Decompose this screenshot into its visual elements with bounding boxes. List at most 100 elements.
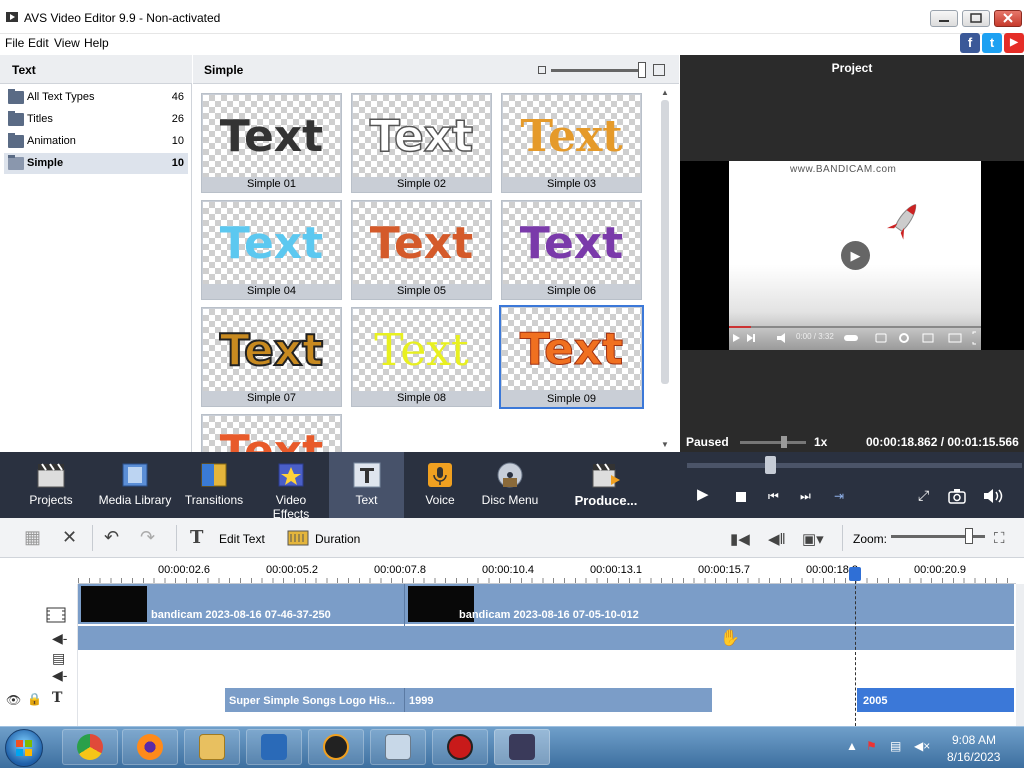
- text-tile-simple-07[interactable]: Text Simple 07: [201, 307, 342, 407]
- minimize-button[interactable]: [930, 10, 958, 27]
- effects-track-icon: ▤: [52, 650, 66, 666]
- speed-slider-handle[interactable]: [781, 436, 787, 448]
- seek-handle[interactable]: [765, 456, 776, 474]
- app-t-icon: [323, 734, 349, 760]
- text-tile-simple-08[interactable]: Text Simple 08: [351, 307, 492, 407]
- split-marker-icon[interactable]: ⇥: [834, 489, 844, 503]
- twitter-icon[interactable]: t: [982, 33, 1002, 53]
- audio-track-icon[interactable]: ◀‑: [52, 630, 67, 647]
- text-tile-simple-05[interactable]: Text Simple 05: [351, 200, 492, 300]
- duration-icon[interactable]: [287, 529, 309, 550]
- text-tile-simple-06[interactable]: Text Simple 06: [501, 200, 642, 300]
- fullscreen-icon[interactable]: ⤢: [918, 487, 929, 504]
- maximize-button[interactable]: [962, 10, 990, 27]
- stop-icon[interactable]: [736, 492, 746, 502]
- timeline-scrollbar[interactable]: [1016, 584, 1024, 726]
- undo-icon[interactable]: ↶: [104, 527, 119, 548]
- redo-icon[interactable]: ↷: [140, 527, 155, 548]
- taskbar-chrome[interactable]: [62, 729, 118, 765]
- scroll-down-icon[interactable]: ▼: [661, 440, 669, 449]
- audio-track[interactable]: [78, 626, 1014, 650]
- video-effects-button[interactable]: Video Effects: [256, 452, 326, 521]
- storyboard-icon[interactable]: ▦: [24, 527, 41, 548]
- previous-frame-icon[interactable]: ⏮: [768, 489, 779, 504]
- transitions-button[interactable]: Transitions: [182, 452, 246, 518]
- taskbar-video-editor[interactable]: [494, 729, 550, 765]
- clip-label[interactable]: bandicam 2023-08-16 07-05-10-012: [459, 609, 639, 621]
- taskbar-recorder[interactable]: [432, 729, 488, 765]
- text-clip-label[interactable]: 2005: [863, 695, 887, 707]
- menu-view[interactable]: View: [54, 36, 80, 50]
- text-tile-simple-01[interactable]: Text Simple 01: [201, 93, 342, 193]
- tile-preview: Text: [353, 95, 490, 177]
- play-icon[interactable]: ▶: [697, 485, 709, 503]
- eye-icon[interactable]: 👁: [6, 693, 21, 707]
- menu-help[interactable]: Help: [84, 36, 109, 50]
- text-tile-simple-09[interactable]: Text Simple 09: [499, 305, 644, 409]
- close-button[interactable]: [994, 10, 1022, 27]
- youtube-icon[interactable]: ▶: [1004, 33, 1024, 53]
- category-animation[interactable]: Animation 10: [4, 131, 188, 152]
- category-titles[interactable]: Titles 26: [4, 109, 188, 130]
- audio-mixer-icon[interactable]: ◀‖: [768, 530, 786, 548]
- gallery-scrollbar[interactable]: [661, 100, 669, 384]
- taskbar-avs[interactable]: [246, 729, 302, 765]
- edit-text-icon[interactable]: T: [190, 527, 203, 548]
- split-icon[interactable]: ▮◀: [730, 530, 750, 548]
- projects-button[interactable]: Projects: [18, 452, 84, 518]
- duration-button[interactable]: Duration: [315, 532, 360, 546]
- thumb-size-handle[interactable]: [638, 62, 646, 78]
- disc-menu-button[interactable]: Disc Menu: [480, 452, 540, 518]
- text-tile-simple-04[interactable]: Text Simple 04: [201, 200, 342, 300]
- zoom-slider-handle[interactable]: [965, 528, 973, 544]
- tray-flag-icon[interactable]: ⚑: [866, 739, 877, 753]
- video-play-icon[interactable]: ▶: [841, 241, 870, 270]
- text-tile-simple-02[interactable]: Text Simple 02: [351, 93, 492, 193]
- thumb-size-slider[interactable]: [551, 69, 645, 72]
- taskbar-app-t[interactable]: [308, 729, 364, 765]
- taskbar-firefox[interactable]: [122, 729, 178, 765]
- next-frame-icon[interactable]: ⏭: [800, 489, 811, 504]
- produce-button[interactable]: Produce...: [570, 452, 642, 518]
- scroll-up-icon[interactable]: ▲: [661, 88, 669, 97]
- tray-volume-icon[interactable]: ◀×: [914, 739, 930, 753]
- voice-button[interactable]: Voice: [410, 452, 470, 518]
- camera-icon[interactable]: [948, 488, 966, 507]
- effects-track[interactable]: [78, 650, 1014, 686]
- delete-icon[interactable]: ✕: [62, 527, 77, 548]
- text-tile-simple-10[interactable]: Text: [201, 414, 342, 452]
- embedded-video-controls[interactable]: [729, 326, 981, 348]
- start-button[interactable]: [5, 729, 43, 767]
- taskbar-explorer[interactable]: [184, 729, 240, 765]
- fit-timeline-icon[interactable]: ⛶: [994, 530, 1005, 547]
- clip-label[interactable]: bandicam 2023-08-16 07-46-37-250: [151, 609, 331, 621]
- menu-edit[interactable]: Edit: [28, 36, 49, 50]
- tile-label: Simple 01: [247, 178, 296, 190]
- speed-slider[interactable]: [740, 441, 806, 444]
- menu-file[interactable]: File: [5, 36, 24, 50]
- tray-expand-icon[interactable]: ▲: [846, 739, 858, 753]
- text-clip-label[interactable]: Super Simple Songs Logo His...: [229, 695, 395, 707]
- produce-label: Produce...: [574, 493, 638, 508]
- playhead-line: [855, 581, 856, 726]
- large-thumb-icon[interactable]: [653, 64, 665, 76]
- effects-audio-icon[interactable]: ◀‑: [52, 667, 67, 684]
- seek-bar[interactable]: [687, 463, 1022, 468]
- volume-icon[interactable]: [982, 488, 1004, 507]
- media-library-button[interactable]: Media Library: [97, 452, 173, 518]
- text-clip-label[interactable]: 1999: [409, 695, 433, 707]
- transitions-icon: [199, 461, 229, 489]
- timeline-ruler[interactable]: [78, 558, 1016, 584]
- category-all-text-types[interactable]: All Text Types 46: [4, 87, 188, 108]
- facebook-icon[interactable]: f: [960, 33, 980, 53]
- tray-network-icon[interactable]: ▤: [890, 739, 901, 753]
- playhead-handle[interactable]: [849, 567, 861, 581]
- text-button[interactable]: Text: [329, 452, 404, 518]
- display-mode-icon[interactable]: ▣▾: [802, 530, 824, 548]
- category-simple[interactable]: Simple 10: [4, 153, 188, 174]
- lock-icon[interactable]: 🔒: [27, 692, 42, 706]
- small-thumb-icon[interactable]: [538, 66, 546, 74]
- text-tile-simple-03[interactable]: Text Simple 03: [501, 93, 642, 193]
- edit-text-button[interactable]: Edit Text: [219, 532, 265, 546]
- taskbar-calculator[interactable]: [370, 729, 426, 765]
